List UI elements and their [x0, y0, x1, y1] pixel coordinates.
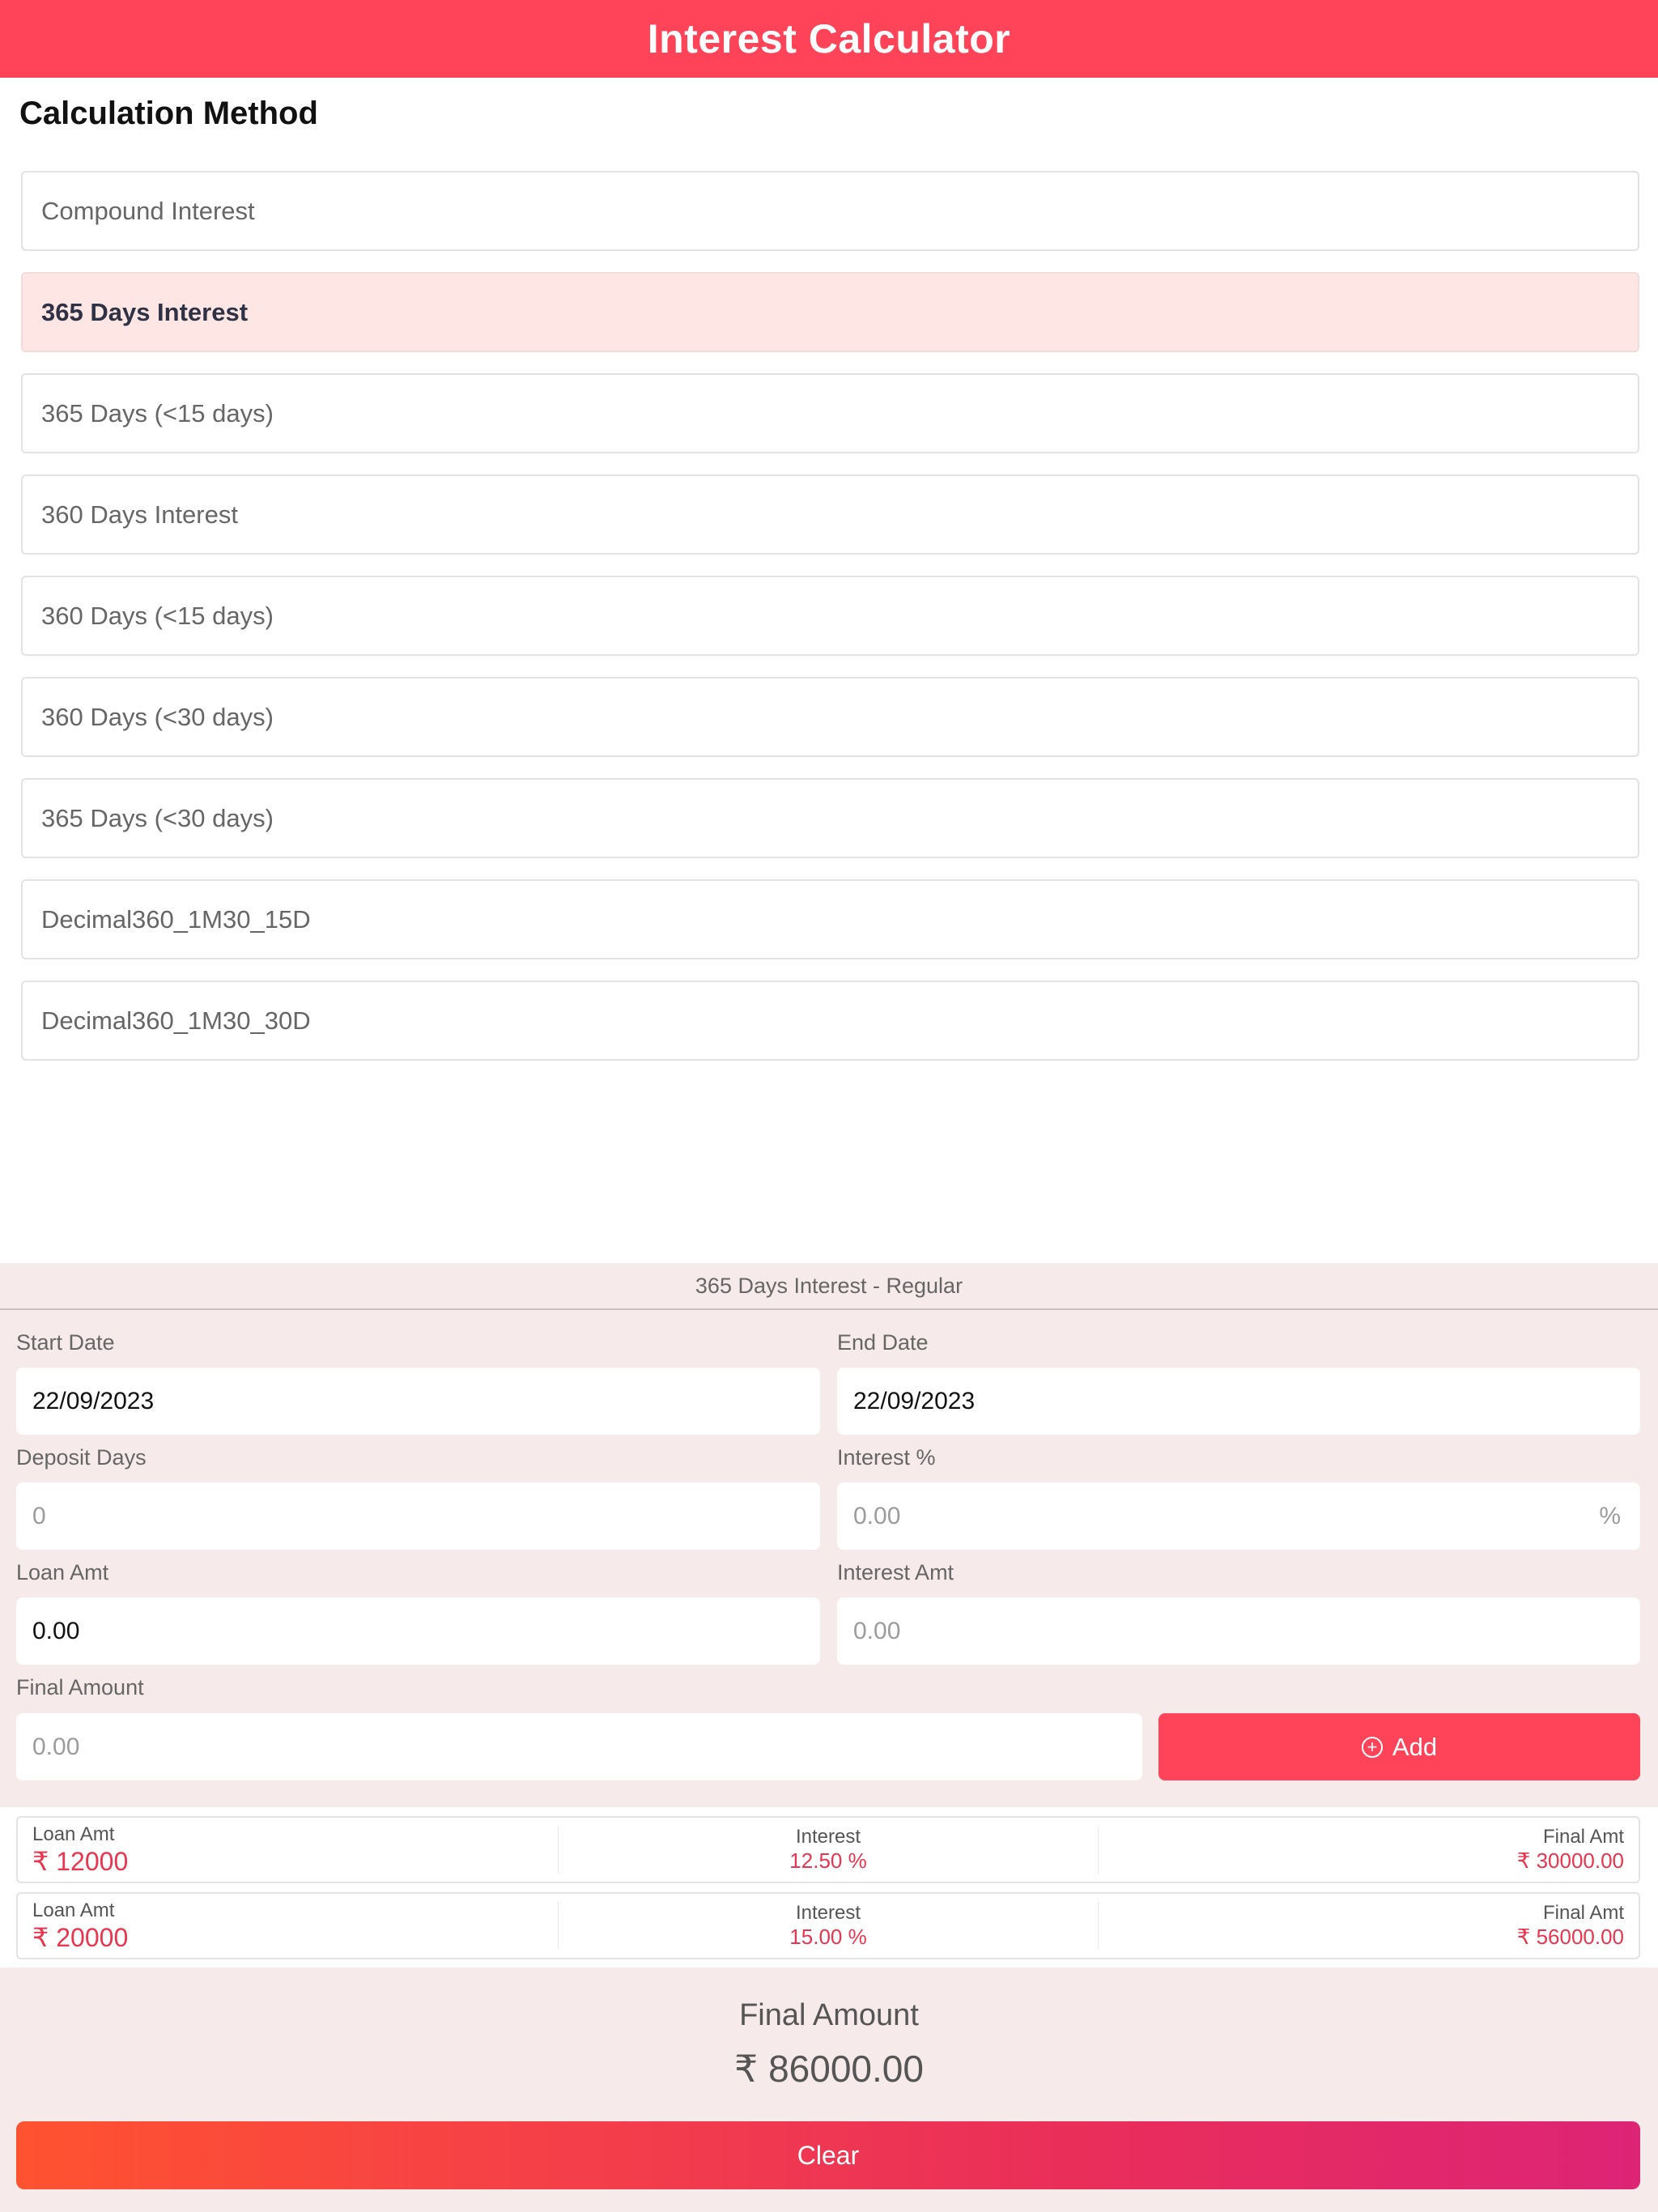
method-option-decimal360-15d[interactable]: Decimal360_1M30_15D: [21, 879, 1639, 959]
entry-loan-value: ₹ 20000: [32, 1922, 129, 1952]
method-option-label: 365 Days Interest: [41, 297, 249, 326]
start-date-label: Start Date: [16, 1330, 115, 1355]
start-date-field[interactable]: 22/09/2023: [16, 1368, 820, 1435]
interest-percent-input[interactable]: 0.00 %: [837, 1482, 1640, 1550]
method-option-label: Decimal360_1M30_15D: [41, 904, 311, 934]
deposit-days-input[interactable]: 0: [16, 1482, 820, 1550]
method-option-label: 360 Days Interest: [41, 500, 238, 529]
entry-row[interactable]: Loan Amt ₹ 12000 Interest 12.50 % Final …: [16, 1816, 1640, 1883]
entries-list: Loan Amt ₹ 12000 Interest 12.50 % Final …: [16, 1816, 1640, 1968]
app-title: Interest Calculator: [647, 16, 1011, 62]
method-option-label: 360 Days (<30 days): [41, 702, 274, 731]
entry-interest: Interest 15.00 %: [559, 1902, 1099, 1950]
method-option-decimal360-30d[interactable]: Decimal360_1M30_30D: [21, 981, 1639, 1061]
interest-amt-placeholder: 0.00: [853, 1617, 901, 1644]
entry-loan-label: Loan Amt: [32, 1823, 115, 1845]
loan-amt-input[interactable]: 0.00: [16, 1597, 820, 1665]
clear-button[interactable]: Clear: [16, 2121, 1640, 2189]
method-option-365-days-lt30[interactable]: 365 Days (<30 days): [21, 778, 1639, 858]
deposit-days-placeholder: 0: [32, 1502, 46, 1529]
entry-interest-label: Interest: [795, 1902, 861, 1924]
method-option-360-days-lt15[interactable]: 360 Days (<15 days): [21, 576, 1639, 656]
clear-button-label: Clear: [797, 2140, 860, 2170]
method-option-label: 365 Days (<30 days): [41, 803, 274, 832]
entry-final: Final Amt ₹ 30000.00: [1099, 1818, 1639, 1882]
loan-amt-label: Loan Amt: [16, 1560, 109, 1585]
interest-amt-label: Interest Amt: [837, 1560, 954, 1585]
interest-amt-field[interactable]: 0.00: [837, 1597, 1640, 1665]
loan-amt-value: 0.00: [32, 1617, 80, 1644]
summary-final-amount-value: ₹ 86000.00: [734, 2048, 924, 2090]
entry-loan: Loan Amt ₹ 12000: [18, 1823, 559, 1876]
method-option-365-days-interest[interactable]: 365 Days Interest: [21, 272, 1639, 352]
entry-loan-value: ₹ 12000: [32, 1846, 129, 1876]
method-option-360-days-lt30[interactable]: 360 Days (<30 days): [21, 677, 1639, 757]
summary-section: Final Amount ₹ 86000.00 Clear: [0, 1967, 1658, 2212]
method-option-label: Compound Interest: [41, 196, 255, 225]
add-button-label: Add: [1392, 1732, 1438, 1761]
end-date-field[interactable]: 22/09/2023: [837, 1368, 1640, 1435]
end-date-value: 22/09/2023: [853, 1387, 976, 1414]
interest-percent-label: Interest %: [837, 1445, 936, 1470]
method-option-label: 360 Days (<15 days): [41, 601, 274, 630]
calculation-method-list: Compound Interest 365 Days Interest 365 …: [21, 171, 1639, 1082]
entry-interest-value: 12.50 %: [789, 1848, 867, 1873]
entry-final-label: Final Amt: [1542, 1826, 1625, 1848]
summary-final-amount-label: Final Amount: [739, 1998, 919, 2032]
entry-final-value: ₹ 30000.00: [1516, 1848, 1625, 1873]
entry-final: Final Amt ₹ 56000.00: [1099, 1894, 1639, 1958]
add-button[interactable]: + Add: [1158, 1713, 1640, 1780]
method-option-label: Decimal360_1M30_30D: [41, 1006, 311, 1035]
end-date-label: End Date: [837, 1330, 929, 1355]
start-date-value: 22/09/2023: [32, 1387, 155, 1414]
plus-circle-icon: +: [1361, 1736, 1383, 1758]
entry-interest-label: Interest: [795, 1826, 861, 1848]
method-option-360-days-interest[interactable]: 360 Days Interest: [21, 474, 1639, 555]
entry-loan-label: Loan Amt: [32, 1899, 115, 1921]
calculation-method-title: Calculation Method: [19, 96, 318, 131]
final-amount-field[interactable]: 0.00: [16, 1713, 1142, 1780]
interest-percent-placeholder: 0.00: [853, 1502, 901, 1529]
entry-interest-value: 15.00 %: [789, 1925, 867, 1949]
final-amount-label: Final Amount: [16, 1675, 144, 1699]
method-option-365-days-lt15[interactable]: 365 Days (<15 days): [21, 373, 1639, 453]
entry-loan: Loan Amt ₹ 20000: [18, 1899, 559, 1952]
percent-suffix: %: [1599, 1502, 1621, 1529]
method-option-compound-interest[interactable]: Compound Interest: [21, 171, 1639, 251]
method-option-label: 365 Days (<15 days): [41, 398, 274, 428]
entry-row[interactable]: Loan Amt ₹ 20000 Interest 15.00 % Final …: [16, 1892, 1640, 1959]
entry-final-value: ₹ 56000.00: [1516, 1925, 1625, 1949]
deposit-days-label: Deposit Days: [16, 1445, 147, 1470]
app-header: Interest Calculator: [0, 0, 1658, 78]
entry-final-label: Final Amt: [1542, 1902, 1625, 1924]
final-amount-placeholder: 0.00: [32, 1733, 80, 1760]
entry-interest: Interest 12.50 %: [559, 1826, 1099, 1874]
panel-title: 365 Days Interest - Regular: [0, 1263, 1658, 1310]
